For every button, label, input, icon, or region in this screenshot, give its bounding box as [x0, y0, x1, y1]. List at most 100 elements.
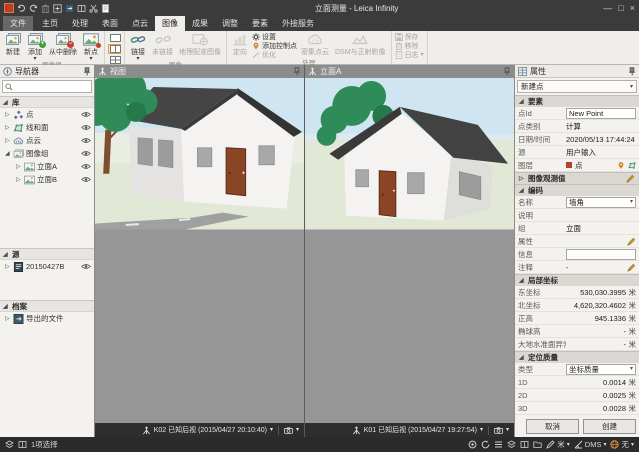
expander-icon[interactable]: ◢ [3, 303, 9, 310]
tab-surfaces[interactable]: 表面 [95, 16, 125, 31]
pencil-icon[interactable] [627, 237, 636, 246]
tab-external-services[interactable]: 外接服务 [275, 16, 321, 31]
undo-icon[interactable] [17, 4, 26, 13]
property-type-selector[interactable]: 新建点 ▾ [517, 80, 637, 93]
log-button[interactable]: 日志 ▾ [395, 51, 424, 59]
tab-features[interactable]: 要素 [245, 16, 275, 31]
camera-icon[interactable] [494, 426, 503, 435]
new-point-button[interactable]: 新点 ▾ [81, 32, 101, 61]
quality-type-dropdown[interactable]: 坐标质量 ▾ [566, 364, 636, 375]
section-coding[interactable]: ◢ 编码 [515, 184, 639, 196]
pin-icon[interactable] [83, 67, 91, 76]
archive-icon[interactable] [77, 4, 86, 13]
remove-button[interactable]: 移除 [395, 42, 424, 50]
tree-section-archive[interactable]: ◢ 档案 [0, 300, 94, 312]
view-3d-canvas[interactable] [95, 78, 304, 423]
coordinate-system-selector[interactable]: 无 ▾ [610, 439, 634, 450]
layer-picker-icon[interactable] [628, 161, 636, 170]
layout-single-button[interactable] [108, 33, 121, 43]
view-facade-canvas[interactable] [305, 78, 514, 423]
section-position-quality[interactable]: ◢ 定位质量 [515, 351, 639, 363]
tree-item-points[interactable]: ▷ 点 [0, 108, 94, 121]
optimize-button[interactable]: 优化 [252, 51, 297, 59]
expander-icon[interactable]: ▷ [5, 124, 11, 131]
pin-icon[interactable] [293, 67, 301, 76]
tree-item-facade-a[interactable]: ▷ 立面A [0, 160, 94, 173]
expander-icon[interactable]: ▷ [16, 176, 22, 183]
expander-icon[interactable]: ▷ [5, 263, 11, 270]
layout-quad-button[interactable] [108, 55, 121, 65]
export-icon[interactable] [65, 4, 74, 13]
georeference-image-button[interactable]: 地理配准图像 [177, 32, 223, 57]
layout-split-button[interactable] [108, 44, 121, 54]
maximize-button[interactable]: □ [618, 3, 623, 13]
expander-icon[interactable]: ▷ [5, 111, 11, 118]
chevron-down-icon[interactable]: ▾ [270, 428, 273, 432]
dense-cloud-button[interactable]: 密集点云 [299, 32, 331, 57]
code-name-dropdown[interactable]: 墙角 ▾ [566, 197, 636, 208]
point-id-input[interactable]: New Point [566, 108, 636, 119]
visibility-eye-icon[interactable] [81, 176, 91, 183]
link-button[interactable]: 链接 ▾ [128, 32, 148, 61]
expander-icon[interactable]: ◢ [3, 251, 9, 258]
cut-icon[interactable] [89, 4, 98, 13]
tab-file[interactable]: 文件 [3, 16, 33, 31]
pin-icon[interactable] [503, 67, 511, 76]
section-local-coordinates[interactable]: ◢ 局部坐标 [515, 274, 639, 286]
snap-target-icon[interactable] [468, 440, 477, 449]
expander-icon[interactable]: ▷ [5, 315, 11, 322]
inspector-icon[interactable] [18, 440, 27, 449]
tree-item-image-groups[interactable]: ◢ 图像组 [0, 147, 94, 160]
delete-icon[interactable] [41, 4, 50, 13]
chevron-down-icon[interactable]: ▾ [506, 428, 509, 432]
section-image-observations[interactable]: ▷ 图像观测值 [515, 172, 639, 184]
tab-adjustments[interactable]: 调整 [215, 16, 245, 31]
tree-item-lines-surfaces[interactable]: ▷ 线和面 [0, 121, 94, 134]
pencil-icon[interactable] [626, 174, 635, 183]
dsm-ortho-button[interactable]: DSM与正射影像 [333, 32, 388, 57]
redo-icon[interactable] [29, 4, 38, 13]
tab-processing[interactable]: 处理 [65, 16, 95, 31]
visibility-eye-icon[interactable] [81, 263, 91, 270]
minimize-button[interactable]: — [603, 3, 612, 13]
tree-item-source[interactable]: ▷ 20150427B [0, 260, 94, 273]
tree-item-exported-files[interactable]: ▷ 导出的文件 [0, 312, 94, 325]
add-button[interactable]: + 添加 ▾ [25, 32, 45, 61]
view-facade-header[interactable]: 立面A [305, 65, 514, 78]
add-icon[interactable] [53, 4, 62, 13]
expander-icon[interactable]: ◢ [3, 99, 9, 106]
pencil-icon[interactable] [627, 263, 636, 272]
refresh-icon[interactable] [481, 440, 490, 449]
visibility-eye-icon[interactable] [81, 111, 91, 118]
expander-icon[interactable]: ▷ [16, 163, 22, 170]
selection-mode-icon[interactable] [5, 440, 14, 449]
layers-icon[interactable] [507, 440, 516, 449]
add-control-point-button[interactable]: 添加控制点 [252, 42, 297, 50]
visibility-eye-icon[interactable] [81, 163, 91, 170]
close-button[interactable]: × [630, 3, 635, 13]
tab-pointclouds[interactable]: 点云 [125, 16, 155, 31]
info-input[interactable] [566, 249, 636, 260]
settings-button[interactable]: 设置 [252, 33, 297, 41]
list-icon[interactable] [494, 440, 503, 449]
navigator-search[interactable] [2, 80, 92, 93]
remove-from-button[interactable]: − 从中删除 [47, 32, 79, 57]
pin-icon[interactable] [628, 67, 636, 76]
folder-icon[interactable] [533, 440, 542, 449]
tree-section-library[interactable]: ◢ 库 [0, 96, 94, 108]
expander-icon[interactable]: ▷ [5, 137, 11, 144]
setup-selector[interactable]: K02 已知后视 (2015/04/27 20:10:40) [154, 425, 267, 435]
new-button[interactable]: 新建 [3, 32, 23, 57]
visibility-eye-icon[interactable] [81, 124, 91, 131]
camera-icon[interactable] [284, 426, 293, 435]
view-3d-header[interactable]: 视图 [95, 65, 304, 78]
setup-selector[interactable]: K01 已知后视 (2015/04/27 19:27:54) [364, 425, 477, 435]
save-button[interactable]: 保存 [395, 33, 424, 41]
create-button[interactable]: 创建 [583, 419, 636, 434]
control-point-pin-icon[interactable] [617, 161, 625, 170]
app-logo-icon[interactable] [4, 3, 14, 13]
report-icon[interactable] [520, 440, 529, 449]
tree-item-point-clouds[interactable]: ▷ 点云 [0, 134, 94, 147]
expander-icon[interactable]: ◢ [5, 150, 11, 157]
unit-selector[interactable]: 米 ▾ [546, 439, 570, 450]
